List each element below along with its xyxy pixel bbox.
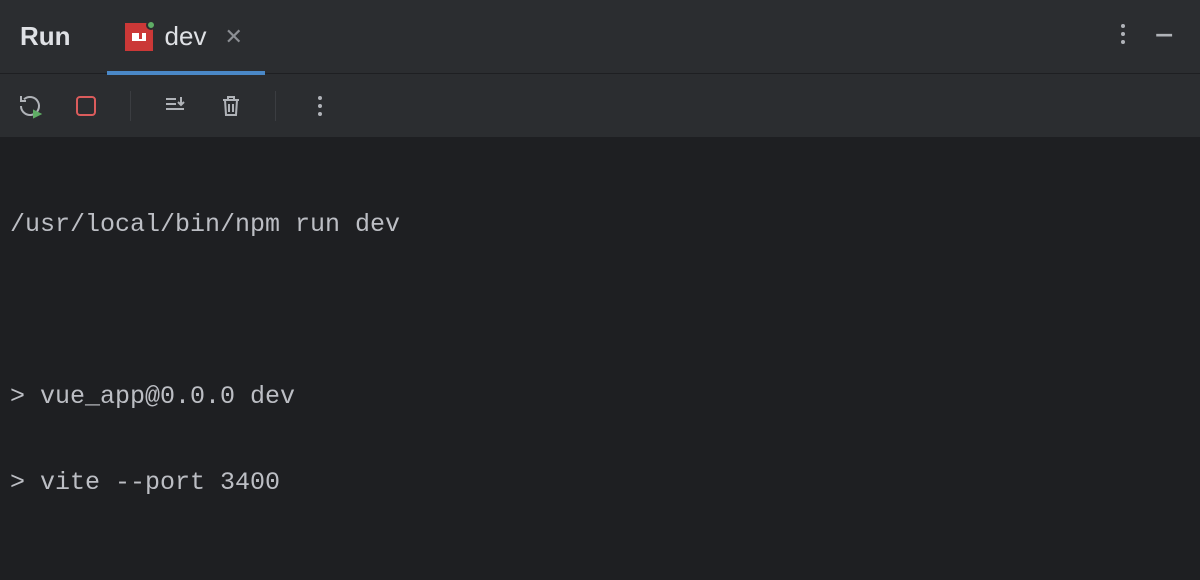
tab-label: dev [165, 21, 207, 52]
toolbar-divider [275, 91, 276, 121]
minimize-icon[interactable]: — [1156, 20, 1172, 54]
npm-script-line: > vue_app@0.0.0 dev [10, 375, 1190, 418]
stop-button[interactable] [70, 90, 102, 122]
run-tab-dev[interactable]: dev ✕ [107, 0, 265, 74]
run-panel-header: Run dev ✕ — [0, 0, 1200, 74]
running-indicator-dot [146, 20, 156, 30]
panel-title: Run [20, 21, 107, 52]
run-toolbar [0, 74, 1200, 138]
console-output[interactable]: /usr/local/bin/npm run dev > vue_app@0.0… [0, 138, 1200, 580]
header-left: Run dev ✕ [20, 0, 265, 74]
more-options-icon[interactable] [1120, 22, 1126, 51]
vite-command-line: > vite --port 3400 [10, 461, 1190, 504]
scroll-to-end-button[interactable] [159, 90, 191, 122]
npm-icon [125, 23, 153, 51]
command-line: /usr/local/bin/npm run dev [10, 203, 1190, 246]
header-right: — [1120, 20, 1200, 54]
toolbar-more-icon[interactable] [304, 90, 336, 122]
clear-all-button[interactable] [215, 90, 247, 122]
close-tab-icon[interactable]: ✕ [218, 24, 242, 50]
active-tab-indicator [107, 71, 265, 75]
rerun-button[interactable] [14, 90, 46, 122]
toolbar-divider [130, 91, 131, 121]
